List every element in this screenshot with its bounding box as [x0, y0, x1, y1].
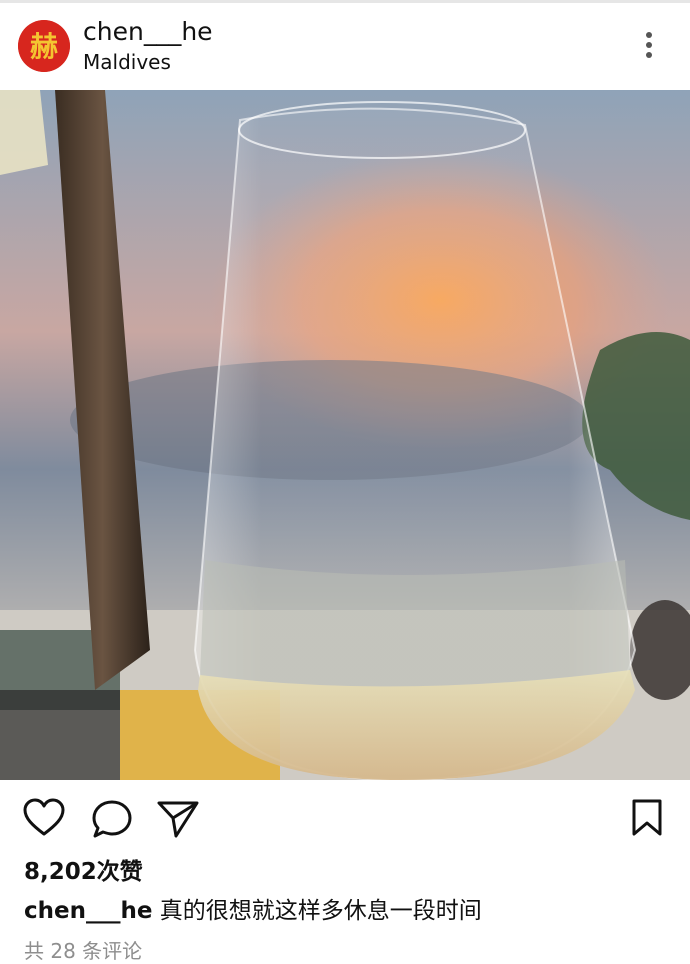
view-comments-link[interactable]: 共 28 条评论 [24, 938, 142, 964]
like-count[interactable]: 8,202次赞 [24, 857, 143, 887]
send-icon [157, 801, 199, 838]
post-photo[interactable] [0, 90, 690, 780]
post-location[interactable]: Maldives [83, 50, 171, 74]
post-caption: chen___he 真的很想就这样多休息一段时间 [24, 896, 482, 926]
post-header: 赫 chen___he Maldives [0, 3, 690, 90]
caption-text: 真的很想就这样多休息一段时间 [152, 898, 482, 924]
bookmark-icon [632, 799, 662, 836]
avatar[interactable]: 赫 [18, 20, 70, 72]
caption-username[interactable]: chen___he [24, 898, 152, 924]
avatar-logo-icon: 赫 [18, 20, 70, 72]
like-button[interactable] [22, 798, 66, 842]
save-button[interactable] [630, 798, 664, 842]
comment-button[interactable] [90, 798, 134, 844]
comment-icon [92, 800, 132, 838]
more-vertical-icon [646, 32, 652, 58]
share-button[interactable] [156, 798, 200, 844]
action-bar [0, 780, 690, 858]
heart-icon [23, 798, 65, 836]
avatar-glyph: 赫 [30, 30, 58, 63]
post-username[interactable]: chen___he [83, 17, 213, 47]
photo-image [0, 90, 690, 780]
more-options-button[interactable] [634, 27, 664, 67]
